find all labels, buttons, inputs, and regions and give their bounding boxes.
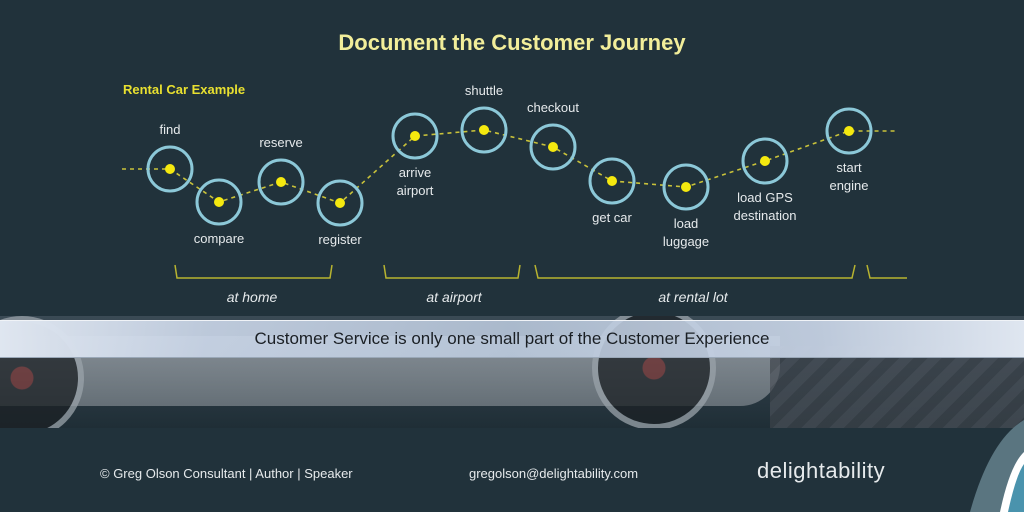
corner-decoration (970, 420, 1024, 512)
step-dot-shuttle (479, 125, 489, 135)
message-banner: Customer Service is only one small part … (0, 320, 1024, 358)
step-label-compare: compare (194, 230, 245, 248)
step-dot-checkout (548, 142, 558, 152)
step-label-start-engine: start engine (829, 159, 868, 195)
phase-label-at-airport: at airport (426, 289, 482, 305)
footer-email[interactable]: gregolson@delightability.com (469, 466, 638, 481)
step-dot-find (165, 164, 175, 174)
step-label-line: get car (592, 210, 632, 225)
step-label-load-luggage: load luggage (663, 215, 709, 251)
pavement (770, 346, 1024, 428)
step-label-line: luggage (662, 234, 710, 249)
step-label-line: checkout (526, 100, 580, 115)
step-label-arrive-airport: arrive airport (397, 164, 434, 200)
step-label-get-car: get car (592, 209, 632, 227)
step-label-line: airport (396, 183, 434, 198)
step-label-checkout: checkout (527, 99, 579, 117)
step-label-line: arrive (398, 165, 432, 180)
step-dot-load-gps (760, 156, 770, 166)
banner-text: Customer Service is only one small part … (254, 329, 770, 348)
step-label-line: load GPS (737, 190, 793, 205)
step-label-reserve: reserve (259, 134, 302, 152)
step-label-register: register (318, 231, 361, 249)
step-dot-reserve (276, 177, 286, 187)
footer-credit: © Greg Olson Consultant | Author | Speak… (100, 466, 353, 481)
delightability-logo: delightability (757, 458, 886, 483)
step-label-find: find (160, 121, 181, 139)
bracket-at-rental-lot (534, 264, 856, 279)
step-label-line: find (159, 122, 181, 137)
bracket-continuation (866, 264, 907, 279)
step-label-line: register (318, 232, 362, 247)
step-dot-load-luggage (681, 182, 691, 192)
step-dot-compare (214, 197, 224, 207)
step-dot-register (335, 198, 345, 208)
step-label-line: start (836, 160, 862, 175)
phase-label-at-home: at home (226, 289, 278, 305)
bracket-at-airport (383, 264, 521, 279)
step-label-line: compare (193, 231, 245, 246)
step-dot-start-engine (844, 126, 854, 136)
step-dot-get-car (607, 176, 617, 186)
step-label-load-gps: load GPS destination (734, 189, 797, 225)
step-label-line: destination (733, 208, 797, 223)
step-label-line: reserve (259, 135, 303, 150)
bracket-at-home (174, 264, 333, 279)
phase-label-at-rental-lot: at rental lot (658, 289, 728, 305)
journey-diagram (122, 106, 907, 279)
step-label-line: engine (829, 178, 869, 193)
step-dot-arrive-airport (410, 131, 420, 141)
step-label-line: shuttle (464, 83, 504, 98)
phase-brackets (174, 264, 907, 279)
step-label-shuttle: shuttle (465, 82, 503, 100)
step-label-line: load (673, 216, 699, 231)
